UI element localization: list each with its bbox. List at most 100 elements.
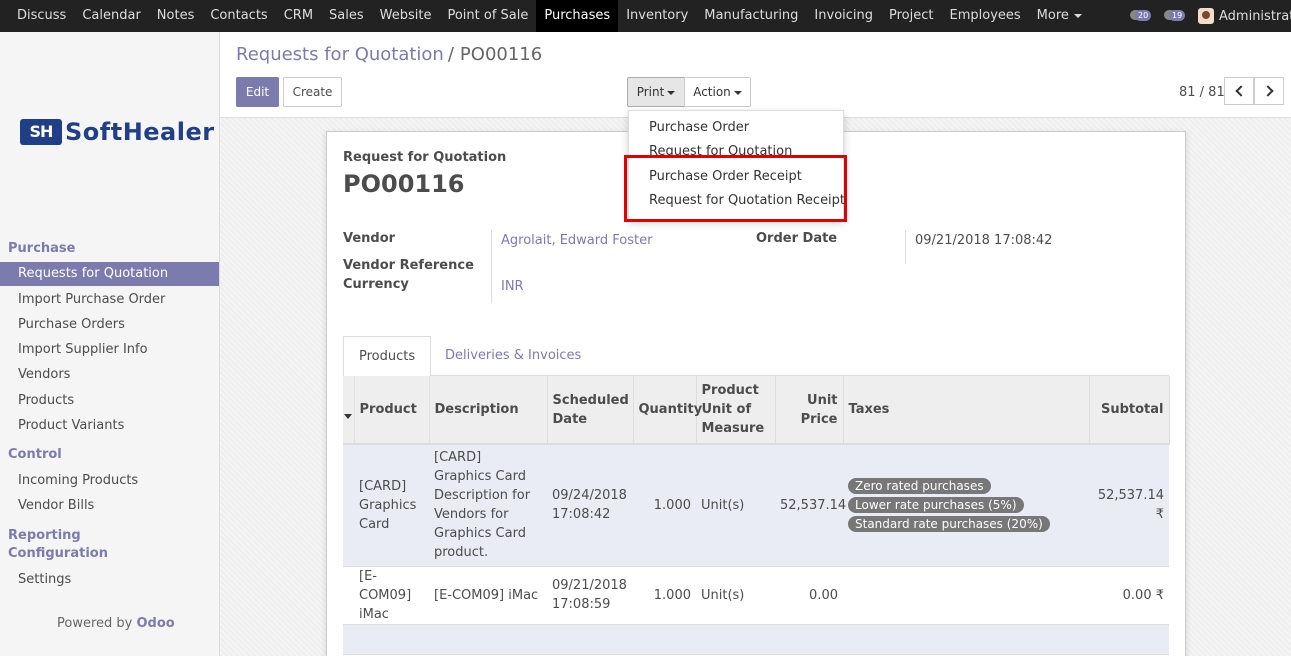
cell-subtotal: 52,537.14 ₹ [1089, 444, 1169, 567]
sidebar-item-purchase-orders[interactable]: Purchase Orders [0, 313, 219, 337]
sort-caret-icon[interactable] [344, 414, 353, 419]
sidebar-item-settings[interactable]: Settings [0, 568, 219, 592]
order-date-value: 09/21/2018 17:08:42 [915, 233, 1053, 248]
empty-cell [343, 624, 1169, 655]
powered-prefix: Powered by [57, 616, 133, 631]
chevron-right-icon [1262, 85, 1274, 97]
create-button[interactable]: Create [283, 77, 342, 107]
menu-more[interactable]: More [1029, 0, 1090, 32]
vendor-value[interactable]: Agrolait, Edward Foster [501, 233, 652, 248]
cell-uom[interactable]: Unit(s) [696, 566, 775, 625]
vendor-reference-label: Vendor Reference [343, 258, 474, 273]
field-divider [905, 230, 906, 264]
cell-description[interactable]: [E-COM09] iMac [429, 566, 547, 625]
menu-crm[interactable]: CRM [276, 0, 321, 32]
activity-icon[interactable]: 20 [1130, 7, 1152, 25]
column-header-uom[interactable]: Product Unit of Measure [696, 376, 776, 445]
cell-product[interactable]: [E-COM09] iMac [354, 566, 429, 625]
powered-by: Powered by Odoo [57, 616, 175, 631]
action-button[interactable]: Action [684, 77, 751, 107]
menu-point-of-sale[interactable]: Point of Sale [439, 0, 536, 32]
cell-uom[interactable]: Unit(s) [696, 444, 775, 567]
cell-unit-price[interactable]: 0.00 [775, 566, 843, 625]
tab-deliveries-invoices[interactable]: Deliveries & Invoices [430, 336, 596, 377]
menu-employees[interactable]: Employees [942, 0, 1029, 32]
sidebar-item-incoming-products[interactable]: Incoming Products [0, 469, 219, 493]
sidebar-section-purchase: Purchase [8, 241, 76, 256]
edit-button[interactable]: Edit [236, 77, 279, 107]
column-header-subtotal[interactable]: Subtotal [1089, 376, 1170, 445]
menu-purchases[interactable]: Purchases [536, 0, 619, 32]
tab-products[interactable]: Products [343, 336, 432, 377]
table-row[interactable]: [CARD] Graphics Card [CARD] Graphics Car… [343, 444, 1169, 567]
menu-manufacturing[interactable]: Manufacturing [696, 0, 806, 32]
cell-subtotal: 0.00 ₹ [1089, 566, 1169, 625]
column-header-scheduled-date[interactable]: Scheduled Date [547, 376, 634, 445]
caret-down-icon [667, 90, 676, 95]
sidebar-section-control: Control [8, 447, 62, 462]
document-subtitle: Request for Quotation [343, 150, 507, 165]
pager-value[interactable]: 81 / 81 [1179, 85, 1225, 100]
systray: 20 19 Administrator [1130, 0, 1291, 32]
menu-discuss[interactable]: Discuss [9, 0, 74, 32]
cell-quantity[interactable]: 1.000 [633, 566, 696, 625]
column-header-quantity[interactable]: Quantity [633, 376, 702, 445]
column-header-product[interactable]: Product [354, 376, 430, 445]
pager-next-button[interactable] [1254, 77, 1284, 105]
print-label: Print [636, 85, 665, 99]
menu-sales[interactable]: Sales [321, 0, 372, 32]
menu-calendar[interactable]: Calendar [74, 0, 148, 32]
message-count: 19 [1169, 10, 1186, 21]
cell-product[interactable]: [CARD] Graphics Card [354, 444, 429, 567]
column-header-taxes[interactable]: Taxes [843, 376, 1090, 445]
column-header-unit-price[interactable]: Unit Price [775, 376, 844, 445]
menu-project[interactable]: Project [881, 0, 941, 32]
sidebar-item-products[interactable]: Products [0, 389, 219, 413]
user-menu[interactable]: Administrator [1219, 9, 1291, 24]
cell-unit-price[interactable]: 52,537.14 [775, 444, 846, 567]
breadcrumb-parent[interactable]: Requests for Quotation [236, 44, 444, 65]
powered-brand[interactable]: Odoo [137, 616, 175, 631]
breadcrumb-separator: / [447, 44, 454, 65]
sidebar-item-product-variants[interactable]: Product Variants [0, 414, 219, 438]
cell-scheduled-date[interactable]: 09/21/2018 17:08:59 [547, 566, 633, 625]
table-header-row: Product Description Scheduled Date Quant… [343, 376, 1170, 445]
avatar[interactable] [1198, 8, 1214, 24]
order-lines-table: Product Description Scheduled Date Quant… [343, 376, 1170, 655]
sidebar-item-import-purchase-order[interactable]: Import Purchase Order [0, 288, 219, 312]
column-header-description[interactable]: Description [429, 376, 548, 445]
caret-down-icon [1073, 13, 1082, 18]
sidebar-item-requests-for-quotation[interactable]: Requests for Quotation [0, 262, 219, 286]
pager-previous-button[interactable] [1224, 77, 1254, 105]
company-logo: SH SoftHealer [20, 118, 215, 146]
sidebar-item-vendor-bills[interactable]: Vendor Bills [0, 494, 219, 518]
table-row[interactable]: [E-COM09] iMac [E-COM09] iMac 09/21/2018… [343, 566, 1169, 625]
menu-contacts[interactable]: Contacts [202, 0, 275, 32]
cell-taxes[interactable] [843, 566, 1089, 625]
menu-notes[interactable]: Notes [149, 0, 203, 32]
menu-more-label: More [1036, 8, 1069, 23]
cell-description[interactable]: [CARD] Graphics Card Description for Ven… [429, 444, 547, 567]
cell-quantity[interactable]: 1.000 [633, 444, 696, 567]
logo-text: SoftHealer [65, 118, 215, 146]
app-menu: Discuss Calendar Notes Contacts CRM Sale… [0, 0, 1090, 32]
document-title: PO00116 [343, 170, 465, 198]
sort-handle-header [343, 376, 355, 445]
cell-scheduled-date[interactable]: 09/24/2018 17:08:42 [547, 444, 633, 567]
print-button[interactable]: Print [627, 77, 685, 107]
field-divider [491, 230, 492, 303]
sidebar-item-vendors[interactable]: Vendors [0, 363, 219, 387]
currency-value[interactable]: INR [501, 279, 524, 294]
messages-icon[interactable]: 19 [1164, 7, 1186, 25]
sidebar-item-import-supplier-info[interactable]: Import Supplier Info [0, 338, 219, 362]
tax-tag: Standard rate purchases (20%) [848, 515, 1050, 532]
menu-invoicing[interactable]: Invoicing [806, 0, 881, 32]
print-menu-item-purchase-order[interactable]: Purchase Order [649, 120, 749, 135]
cell-taxes[interactable]: Zero rated purchases Lower rate purchase… [843, 444, 1089, 567]
breadcrumb-current: PO00116 [459, 44, 543, 65]
menu-website[interactable]: Website [372, 0, 440, 32]
sidebar-section-reporting[interactable]: Reporting [8, 528, 81, 543]
currency-label: Currency [343, 277, 409, 292]
menu-inventory[interactable]: Inventory [618, 0, 696, 32]
row-handle [343, 444, 354, 567]
